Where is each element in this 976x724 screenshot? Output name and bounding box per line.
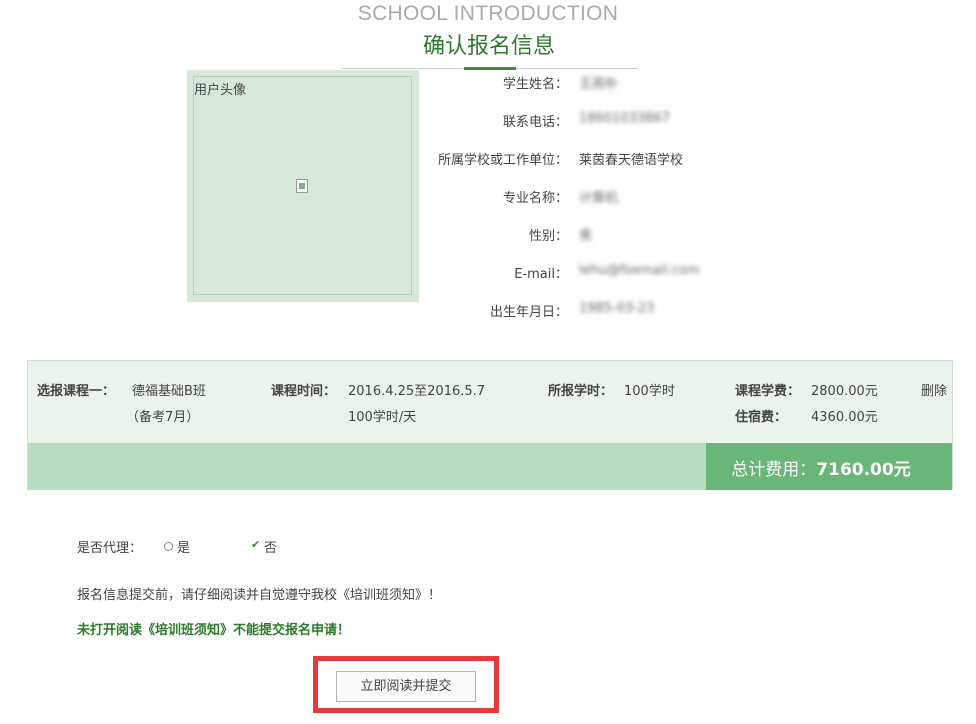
course-name: 德福基础B班 xyxy=(132,384,206,399)
school-value: 莱茵春天德语学校 xyxy=(579,153,684,168)
agent-label: 是否代理： xyxy=(77,541,143,556)
course-time-value: 2016.4.25至2016.5.7 xyxy=(348,384,486,399)
student-name-value: 王雨朴 xyxy=(579,77,619,92)
email-label: E-mail： xyxy=(514,267,568,282)
lodging-value: 4360.00元 xyxy=(811,410,878,425)
agent-yes-label[interactable]: 是 xyxy=(177,537,190,556)
gender-value: 男 xyxy=(579,229,593,244)
major-label: 专业名称： xyxy=(502,191,568,206)
total-fee: 总计费用：7160.00元 xyxy=(706,455,936,480)
gender-label: 性别： xyxy=(528,229,568,244)
course-time-per-day: 100学时/天 xyxy=(348,410,417,425)
phone-value: 18601033867 xyxy=(579,111,670,126)
total-fee-value: 7160.00元 xyxy=(816,460,911,480)
school-label: 所属学校或工作单位： xyxy=(437,153,568,168)
agent-yes-radio[interactable] xyxy=(164,542,173,551)
total-fee-label: 总计费用： xyxy=(731,460,817,480)
lodging-label: 住宿费： xyxy=(735,410,788,425)
page-subtitle: SCHOOL INTRODUCTION xyxy=(357,2,619,25)
hours-label: 所报学时： xyxy=(548,384,614,399)
hours-value: 100学时 xyxy=(624,384,675,399)
agent-no-label[interactable]: 否 xyxy=(264,537,277,556)
title-accent-bar xyxy=(464,67,516,70)
student-name-label: 学生姓名： xyxy=(502,77,568,92)
read-and-submit-button[interactable]: 立即阅读并提交 xyxy=(336,671,476,702)
email-value: lehu@foxmail.com xyxy=(579,263,700,278)
birthdate-label: 出生年月日： xyxy=(489,305,568,320)
major-value: 计算机 xyxy=(579,191,619,206)
page-title: 确认报名信息 xyxy=(422,34,555,59)
course-note: （备考7月） xyxy=(126,410,200,425)
read-notice-text: 报名信息提交前，请仔细阅读并自觉遵守我校《培训班须知》！ xyxy=(77,588,442,603)
delete-course-link[interactable]: 删除 xyxy=(921,380,947,399)
check-icon[interactable]: ✔ xyxy=(251,538,260,551)
course-label: 选报课程一： xyxy=(37,384,116,399)
tuition-label: 课程学费： xyxy=(735,384,801,399)
phone-label: 联系电话： xyxy=(502,115,568,130)
birthdate-value: 1985-03-23 xyxy=(579,301,655,316)
warning-text: 未打开阅读《培训班须知》不能提交报名申请！ xyxy=(77,623,351,638)
tuition-value: 2800.00元 xyxy=(811,384,878,399)
course-time-label: 课程时间： xyxy=(271,384,337,399)
